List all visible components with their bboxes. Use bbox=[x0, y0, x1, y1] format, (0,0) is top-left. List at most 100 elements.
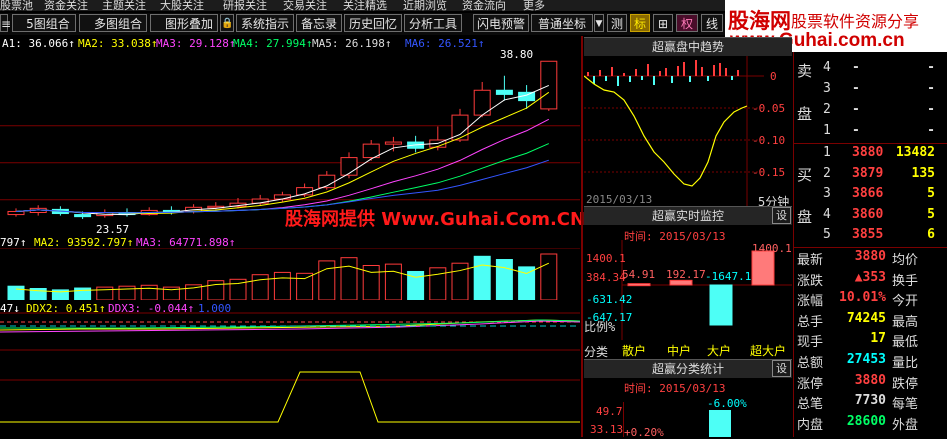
trend-chart[interactable] bbox=[584, 56, 792, 206]
monitor-bar bbox=[669, 279, 693, 286]
monitor-value-large: -1647.1 bbox=[705, 270, 752, 283]
monitor-axis-2: -631.42 bbox=[586, 293, 633, 306]
sell-volume: - bbox=[927, 102, 935, 117]
grid-toggle[interactable]: ⊞ bbox=[653, 14, 673, 32]
stat-value: 3880 bbox=[854, 372, 886, 388]
stat-value: ▲353 bbox=[854, 269, 886, 285]
stats-axis-0: 49.7 bbox=[596, 405, 623, 418]
buy-volume: 5 bbox=[927, 186, 935, 201]
menu-fund-focus[interactable]: 资金关注 bbox=[44, 0, 88, 11]
candle-body bbox=[7, 210, 25, 216]
dropdown-arrow-icon[interactable]: ▼ bbox=[594, 14, 604, 32]
trend-date: 2015/03/13 bbox=[586, 193, 653, 206]
buy-volume: 13482 bbox=[895, 145, 935, 160]
stat-label-right: 外盘 bbox=[892, 417, 919, 433]
candle-body bbox=[340, 157, 358, 176]
monitor-settings-button[interactable]: 设 bbox=[772, 207, 791, 224]
volume-bar bbox=[340, 257, 358, 300]
logo-subtitle: 股票软件资源分享 bbox=[791, 12, 920, 31]
buy-label-2: 盘 bbox=[797, 208, 813, 226]
stat-label: 涨幅 bbox=[797, 294, 824, 310]
menu-big-focus[interactable]: 大股关注 bbox=[160, 0, 204, 11]
stat-label: 总额 bbox=[797, 356, 824, 371]
trend-panel-title: 超赢盘中趋势 bbox=[584, 37, 792, 56]
mark-toggle[interactable]: 标 bbox=[630, 14, 650, 32]
volume-bar bbox=[251, 274, 269, 300]
volume-bar bbox=[7, 285, 25, 300]
candle-body bbox=[495, 89, 513, 95]
menu-flow[interactable]: 资金流向 bbox=[462, 0, 506, 11]
menu-report-focus[interactable]: 研报关注 bbox=[223, 0, 267, 11]
stat-label-right: 每笔 bbox=[892, 397, 919, 413]
sell-volume: - bbox=[927, 81, 935, 96]
stat-label: 内盘 bbox=[797, 417, 824, 433]
stat-label-right: 换手 bbox=[892, 273, 919, 289]
volume-bar bbox=[296, 272, 314, 300]
stat-value: 10.01% bbox=[839, 290, 886, 306]
history-button[interactable]: 历史回忆 bbox=[344, 14, 402, 32]
volume-chart[interactable] bbox=[0, 248, 580, 300]
stats-settings-button[interactable]: 设 bbox=[772, 360, 791, 377]
low-price-label: 23.57 bbox=[96, 223, 130, 236]
measure-toggle[interactable]: 测 bbox=[607, 14, 627, 32]
candle-body bbox=[384, 141, 402, 145]
stat-label-right: 均价 bbox=[892, 253, 919, 268]
sell-price[interactable]: - bbox=[852, 102, 860, 117]
stat-label-right: 最低 bbox=[892, 335, 919, 351]
sell-price[interactable]: - bbox=[852, 60, 860, 75]
sell-level: 3 bbox=[823, 81, 831, 96]
stats-value-0: -6.00% bbox=[707, 397, 747, 410]
sell-price[interactable]: - bbox=[852, 81, 860, 96]
line-toggle[interactable]: 线 bbox=[701, 14, 723, 32]
sell-price[interactable]: - bbox=[852, 123, 860, 138]
lock-icon[interactable]: 🔒 bbox=[220, 14, 234, 32]
monitor-value-retail: 54.91 bbox=[622, 268, 656, 281]
volume-bar bbox=[540, 253, 558, 300]
menu-selection[interactable]: 关注精选 bbox=[343, 0, 387, 11]
rights-toggle[interactable]: 权 bbox=[676, 14, 698, 32]
menu-trade-focus[interactable]: 交易关注 bbox=[283, 0, 327, 11]
analysis-tools-button[interactable]: 分析工具 bbox=[404, 14, 462, 32]
panel-divider bbox=[581, 36, 583, 437]
volume-bar bbox=[140, 284, 158, 300]
category-label: 分类 bbox=[584, 345, 609, 359]
volume-bar bbox=[384, 263, 402, 300]
orderbook-hline-2 bbox=[793, 247, 947, 248]
stat-label: 现手 bbox=[797, 335, 824, 351]
buy-price[interactable]: 3855 bbox=[852, 227, 883, 242]
menu-stock-pool[interactable]: 股票池 bbox=[0, 0, 33, 11]
axis-mode-button[interactable]: 普通坐标 bbox=[531, 14, 593, 32]
trend-axis-2: -0.10 bbox=[752, 134, 786, 147]
menu-more[interactable]: 更多 bbox=[523, 0, 545, 11]
sell-label-1: 卖 bbox=[797, 62, 813, 80]
system-indicator-button[interactable]: 系统指示 bbox=[236, 14, 294, 32]
flash-alert-button[interactable]: 闪电预警 bbox=[473, 14, 529, 32]
buy-level: 3 bbox=[823, 186, 831, 201]
menu-theme-focus[interactable]: 主题关注 bbox=[102, 0, 146, 11]
buy-volume: 5 bbox=[927, 206, 935, 222]
multi-chart-button[interactable]: 多图组合 bbox=[79, 14, 147, 32]
volume-bar bbox=[473, 255, 491, 300]
menu-icon[interactable]: ≡ bbox=[0, 14, 11, 32]
category-retail: 散户 bbox=[622, 344, 647, 358]
volume-bar bbox=[273, 271, 291, 300]
buy-price[interactable]: 3879 bbox=[852, 166, 883, 181]
buy-price[interactable]: 3866 bbox=[852, 186, 883, 201]
five-chart-button[interactable]: 5图组合 bbox=[12, 14, 76, 32]
monitor-bar bbox=[751, 250, 775, 286]
monitor-value-mid: 192.17 bbox=[666, 268, 706, 281]
buy-price[interactable]: 3880 bbox=[852, 145, 883, 160]
overlay-button[interactable]: 图形叠加 bbox=[150, 14, 218, 32]
stat-value: 7730 bbox=[854, 393, 886, 409]
stat-value: 27453 bbox=[846, 352, 886, 367]
menu-recent[interactable]: 近期浏览 bbox=[403, 0, 447, 11]
stat-label-right: 最高 bbox=[892, 314, 919, 330]
high-price-label: 38.80 bbox=[500, 48, 534, 61]
ddx-chart[interactable] bbox=[0, 312, 580, 437]
stats-panel-title: 超赢分类统计 bbox=[584, 359, 792, 378]
orderbook-hline-1 bbox=[793, 143, 947, 144]
buy-level: 4 bbox=[823, 206, 831, 222]
memo-button[interactable]: 备忘录 bbox=[296, 14, 342, 32]
buy-price[interactable]: 3860 bbox=[852, 207, 883, 222]
stat-label: 涨停 bbox=[797, 376, 824, 392]
